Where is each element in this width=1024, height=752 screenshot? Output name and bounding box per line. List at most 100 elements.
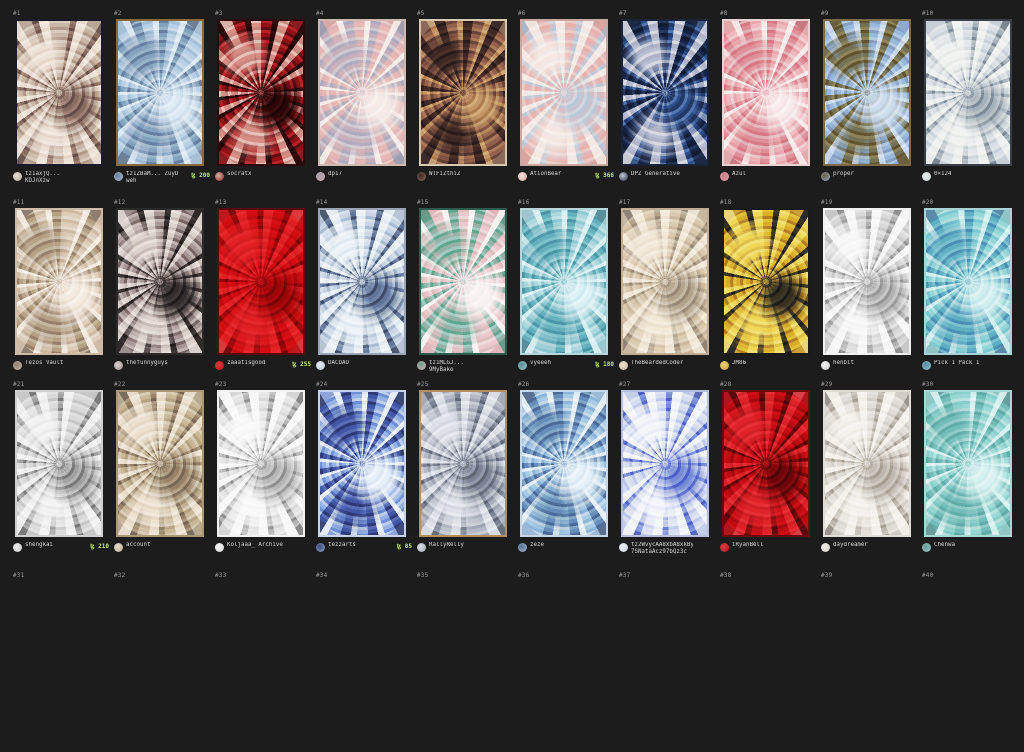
owner-name[interactable]: Chenwa — [934, 542, 955, 549]
token-artwork[interactable] — [621, 208, 709, 355]
owner-row[interactable]: AtionBear ꜩ 366 — [518, 171, 614, 185]
token-artwork[interactable] — [419, 390, 507, 537]
token-artwork[interactable] — [15, 19, 103, 166]
token-card[interactable]: #15 tz1MLGJ... 9MyBako — [417, 199, 513, 379]
owner-name[interactable]: tz1MLGJ... 9MyBako — [429, 360, 491, 374]
token-card[interactable]: #28 iRyanBell — [720, 381, 816, 561]
token-card[interactable]: #16 vyeeeh ꜩ 180 — [518, 199, 614, 379]
token-artwork[interactable] — [318, 19, 406, 166]
token-artwork[interactable] — [520, 208, 608, 355]
owner-name[interactable]: Pick 1 Pack 1 — [934, 360, 979, 367]
owner-name[interactable]: thefunnyguys — [126, 360, 168, 367]
owner-row[interactable]: TheBeardedCoder — [619, 360, 715, 374]
owner-name[interactable]: zaaatisgood — [227, 360, 265, 367]
owner-name[interactable]: tezzarts — [328, 542, 356, 549]
token-card[interactable]: #5 WTFiZthiZ — [417, 10, 513, 190]
owner-row[interactable]: tz1MLGJ... 9MyBako — [417, 360, 513, 374]
owner-row[interactable]: Pick 1 Pack 1 — [922, 360, 1018, 374]
owner-name[interactable]: vyeeeh — [530, 360, 551, 367]
token-card[interactable]: #33 — [215, 572, 311, 752]
owner-row[interactable]: dp17 — [316, 171, 412, 185]
token-card[interactable]: #17 TheBeardedCoder — [619, 199, 715, 379]
token-card[interactable]: #1 tz1axjQ... KDJnXzw — [13, 10, 109, 190]
token-card[interactable]: #11 Tezos Vault — [13, 199, 109, 379]
owner-name[interactable]: henbit — [833, 360, 854, 367]
token-card[interactable]: #18 JM86 — [720, 199, 816, 379]
token-card[interactable]: #25 RallyRelly — [417, 381, 513, 561]
owner-name[interactable]: TheBeardedCoder — [631, 360, 683, 367]
owner-row[interactable]: 0×124 — [922, 171, 1018, 185]
owner-name[interactable]: daydreamer — [833, 542, 868, 549]
owner-row[interactable]: iRyanBell — [720, 542, 816, 556]
owner-row[interactable]: Koljaaa_ Archive — [215, 542, 311, 556]
token-card[interactable]: #39 — [821, 572, 917, 752]
owner-row[interactable]: daydreamer — [821, 542, 917, 556]
owner-row[interactable]: Tezos Vault — [13, 360, 109, 374]
owner-row[interactable]: tz1ZBaM... ZuyD weh ꜩ 200 — [114, 171, 210, 185]
owner-name[interactable]: zeze — [530, 542, 544, 549]
token-card[interactable]: #35 — [417, 572, 513, 752]
owner-name[interactable]: DPZ Generative — [631, 171, 680, 178]
token-card[interactable]: #6 AtionBear ꜩ 366 — [518, 10, 614, 190]
token-card[interactable]: #3 socratx — [215, 10, 311, 190]
token-card[interactable]: #21 shengkai ꜩ 210 — [13, 381, 109, 561]
owner-name[interactable]: dp17 — [328, 171, 342, 178]
token-artwork[interactable] — [722, 208, 810, 355]
token-artwork[interactable] — [116, 208, 204, 355]
token-artwork[interactable] — [823, 390, 911, 537]
owner-name[interactable]: shengkai — [25, 542, 53, 549]
owner-name[interactable]: Azul — [732, 171, 746, 178]
token-artwork[interactable] — [419, 208, 507, 355]
token-card[interactable]: #30 Chenwa — [922, 381, 1018, 561]
token-artwork[interactable] — [924, 208, 1012, 355]
token-artwork[interactable] — [318, 390, 406, 537]
token-card[interactable]: #29 daydreamer — [821, 381, 917, 561]
owner-row[interactable]: tz1axjQ... KDJnXzw — [13, 171, 109, 185]
token-card[interactable]: #4 dp17 — [316, 10, 412, 190]
owner-row[interactable]: proper — [821, 171, 917, 185]
token-artwork[interactable] — [621, 19, 709, 166]
token-card[interactable]: #23 Koljaaa_ Archive — [215, 381, 311, 561]
owner-row[interactable]: DACDAO — [316, 360, 412, 374]
owner-name[interactable]: Tezos Vault — [25, 360, 63, 367]
token-card[interactable]: #7 DPZ Generative — [619, 10, 715, 190]
owner-name[interactable]: tz1ZBaM... ZuyD weh — [126, 171, 178, 185]
token-artwork[interactable] — [318, 208, 406, 355]
token-card[interactable]: #13 zaaatisgood ꜩ 255 — [215, 199, 311, 379]
owner-name[interactable]: AtionBear — [530, 171, 561, 178]
owner-name[interactable]: tz2WvycAA8xbA8xkBy7i 7SNataAcz97bQz3c — [631, 542, 693, 556]
owner-row[interactable]: Chenwa — [922, 542, 1018, 556]
owner-row[interactable]: socratx — [215, 171, 311, 185]
owner-row[interactable]: tz2WvycAA8xbA8xkBy7i 7SNataAcz97bQz3c — [619, 542, 715, 556]
token-artwork[interactable] — [217, 208, 305, 355]
token-artwork[interactable] — [823, 208, 911, 355]
owner-row[interactable]: Azul — [720, 171, 816, 185]
token-artwork[interactable] — [116, 19, 204, 166]
owner-row[interactable]: zaaatisgood ꜩ 255 — [215, 360, 311, 374]
token-card[interactable]: #19 henbit — [821, 199, 917, 379]
token-card[interactable]: #2 tz1ZBaM... ZuyD weh ꜩ 200 — [114, 10, 210, 190]
owner-row[interactable]: RallyRelly — [417, 542, 513, 556]
token-artwork[interactable] — [823, 19, 911, 166]
token-card[interactable]: #32 — [114, 572, 210, 752]
owner-name[interactable]: account — [126, 542, 150, 549]
owner-name[interactable]: RallyRelly — [429, 542, 464, 549]
token-artwork[interactable] — [924, 390, 1012, 537]
owner-name[interactable]: socratx — [227, 171, 251, 178]
owner-name[interactable]: tz1axjQ... KDJnXzw — [25, 171, 87, 185]
owner-row[interactable]: WTFiZthiZ — [417, 171, 513, 185]
owner-row[interactable]: zeze — [518, 542, 614, 556]
token-card[interactable]: #38 — [720, 572, 816, 752]
token-card[interactable]: #34 — [316, 572, 412, 752]
owner-name[interactable]: JM86 — [732, 360, 746, 367]
owner-name[interactable]: Koljaaa_ Archive — [227, 542, 283, 549]
token-artwork[interactable] — [520, 390, 608, 537]
token-card[interactable]: #24 tezzarts ꜩ 85 — [316, 381, 412, 561]
token-card[interactable]: #10 0×124 — [922, 10, 1018, 190]
token-artwork[interactable] — [621, 390, 709, 537]
token-artwork[interactable] — [419, 19, 507, 166]
token-card[interactable]: #12 thefunnyguys — [114, 199, 210, 379]
owner-name[interactable]: proper — [833, 171, 854, 178]
token-card[interactable]: #8 Azul — [720, 10, 816, 190]
token-artwork[interactable] — [217, 19, 305, 166]
